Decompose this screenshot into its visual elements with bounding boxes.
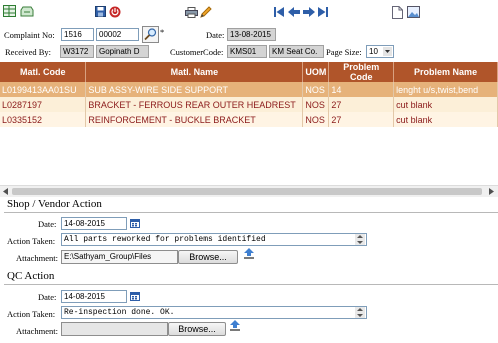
shop-date-field[interactable]: 14-08-2015 [61, 217, 127, 230]
textarea-scroll-icon[interactable] [355, 234, 365, 245]
printer-icon[interactable] [185, 7, 198, 18]
complaint-no-field[interactable]: 00002 [96, 28, 139, 41]
page-size-select[interactable]: 10 [366, 45, 394, 58]
qc-action-textarea[interactable]: Re-inspection done. OK. [61, 306, 367, 319]
next-icon[interactable] [303, 7, 315, 17]
cell-uom: NOS [302, 82, 330, 97]
chevron-down-icon [383, 47, 392, 56]
tray-icon[interactable] [20, 6, 34, 18]
col-matl-code[interactable]: Matl. Code [0, 62, 87, 82]
date-label: Date: [206, 30, 225, 40]
image-icon[interactable] [407, 6, 420, 18]
cell-matl-name: REINFORCEMENT - BUCKLE BRACKET [85, 112, 304, 127]
cell-problem-name: cut blank [393, 112, 498, 127]
scroll-right-icon[interactable] [489, 188, 495, 195]
shop-divider [4, 212, 498, 213]
qc-action-label: Action Taken: [7, 309, 56, 319]
cell-problem-code: 27 [328, 112, 395, 127]
page-size-label: Page Size: [326, 47, 362, 57]
shop-action-label: Action Taken: [7, 236, 56, 246]
grid-add-icon[interactable] [3, 5, 17, 18]
grid-header-row: Matl. Code Matl. Name UOM Problem Code P… [0, 62, 498, 82]
cell-matl-name: BRACKET - FERROUS REAR OUTER HEADREST [85, 97, 304, 112]
received-by-code-field: W3172 [60, 45, 94, 58]
first-icon[interactable] [274, 7, 284, 17]
table-row[interactable]: L0199413AA01SU SUB ASSY-WIRE SIDE SUPPOR… [0, 82, 498, 97]
cell-problem-name: cut blank [393, 97, 498, 112]
col-uom[interactable]: UOM [302, 62, 330, 82]
upload-icon[interactable] [229, 320, 241, 332]
last-icon[interactable] [318, 7, 328, 17]
complaint-date-field: 13-08-2015 [227, 28, 276, 41]
scroll-left-icon[interactable] [3, 188, 9, 195]
search-icon[interactable] [142, 26, 159, 43]
scrollbar-thumb[interactable] [12, 188, 482, 195]
received-by-label: Received By: [5, 47, 52, 57]
prev-icon[interactable] [288, 7, 300, 17]
shop-date-label: Date: [38, 219, 57, 229]
pencil-icon[interactable] [200, 6, 212, 18]
shop-action-title: Shop / Vendor Action [7, 198, 102, 210]
new-page-icon[interactable] [392, 6, 403, 19]
horizontal-scrollbar[interactable] [0, 185, 498, 197]
qc-date-field[interactable]: 14-08-2015 [61, 290, 127, 303]
qc-date-label: Date: [38, 292, 57, 302]
calendar-icon[interactable] [130, 218, 140, 228]
complaint-no-label: Complaint No: [4, 30, 55, 40]
customer-name-field: KM Seat Co. [269, 45, 324, 58]
cell-matl-name: SUB ASSY-WIRE SIDE SUPPORT [85, 82, 304, 97]
table-row[interactable]: L0335152 REINFORCEMENT - BUCKLE BRACKET … [0, 112, 498, 127]
table-row[interactable]: L0287197 BRACKET - FERROUS REAR OUTER HE… [0, 97, 498, 112]
cell-uom: NOS [302, 112, 330, 127]
shop-attachment-field[interactable]: E:\Sathyam_Group\Files [61, 250, 178, 264]
cell-uom: NOS [302, 97, 330, 112]
shop-attachment-label: Attachment: [16, 253, 59, 263]
required-asterisk: * [160, 27, 165, 37]
cell-problem-name: lenght u/s,twist,bend [393, 82, 498, 97]
textarea-scroll-icon[interactable] [355, 307, 365, 318]
calendar-icon[interactable] [130, 291, 140, 301]
save-icon[interactable] [95, 6, 107, 18]
upload-icon[interactable] [243, 248, 255, 260]
qc-browse-button[interactable]: Browse... [168, 322, 226, 336]
col-problem-code[interactable]: Problem Code [328, 62, 395, 82]
qc-attachment-label: Attachment: [16, 326, 59, 336]
col-matl-name[interactable]: Matl. Name [85, 62, 304, 82]
qc-action-title: QC Action [7, 270, 55, 282]
qc-attachment-field[interactable] [61, 322, 168, 336]
shop-action-textarea[interactable]: All parts reworked for problems identifi… [61, 233, 367, 246]
cell-problem-code: 14 [328, 82, 395, 97]
customer-code-label: CustomerCode: [170, 47, 224, 57]
shop-browse-button[interactable]: Browse... [178, 250, 238, 264]
cell-matl-code: L0287197 [0, 97, 87, 112]
cell-matl-code: L0335152 [0, 112, 87, 127]
materials-grid: Matl. Code Matl. Name UOM Problem Code P… [0, 62, 498, 127]
cell-problem-code: 27 [328, 97, 395, 112]
received-by-name-field: Gopinath D [96, 45, 149, 58]
cell-matl-code: L0199413AA01SU [0, 82, 87, 97]
page-size-value: 10 [369, 47, 378, 56]
col-problem-name[interactable]: Problem Name [393, 62, 498, 82]
customer-code-field: KMS01 [227, 45, 267, 58]
complaint-no-prefix-field[interactable]: 1516 [61, 28, 94, 41]
power-icon[interactable] [109, 6, 121, 18]
qc-divider [4, 284, 498, 285]
